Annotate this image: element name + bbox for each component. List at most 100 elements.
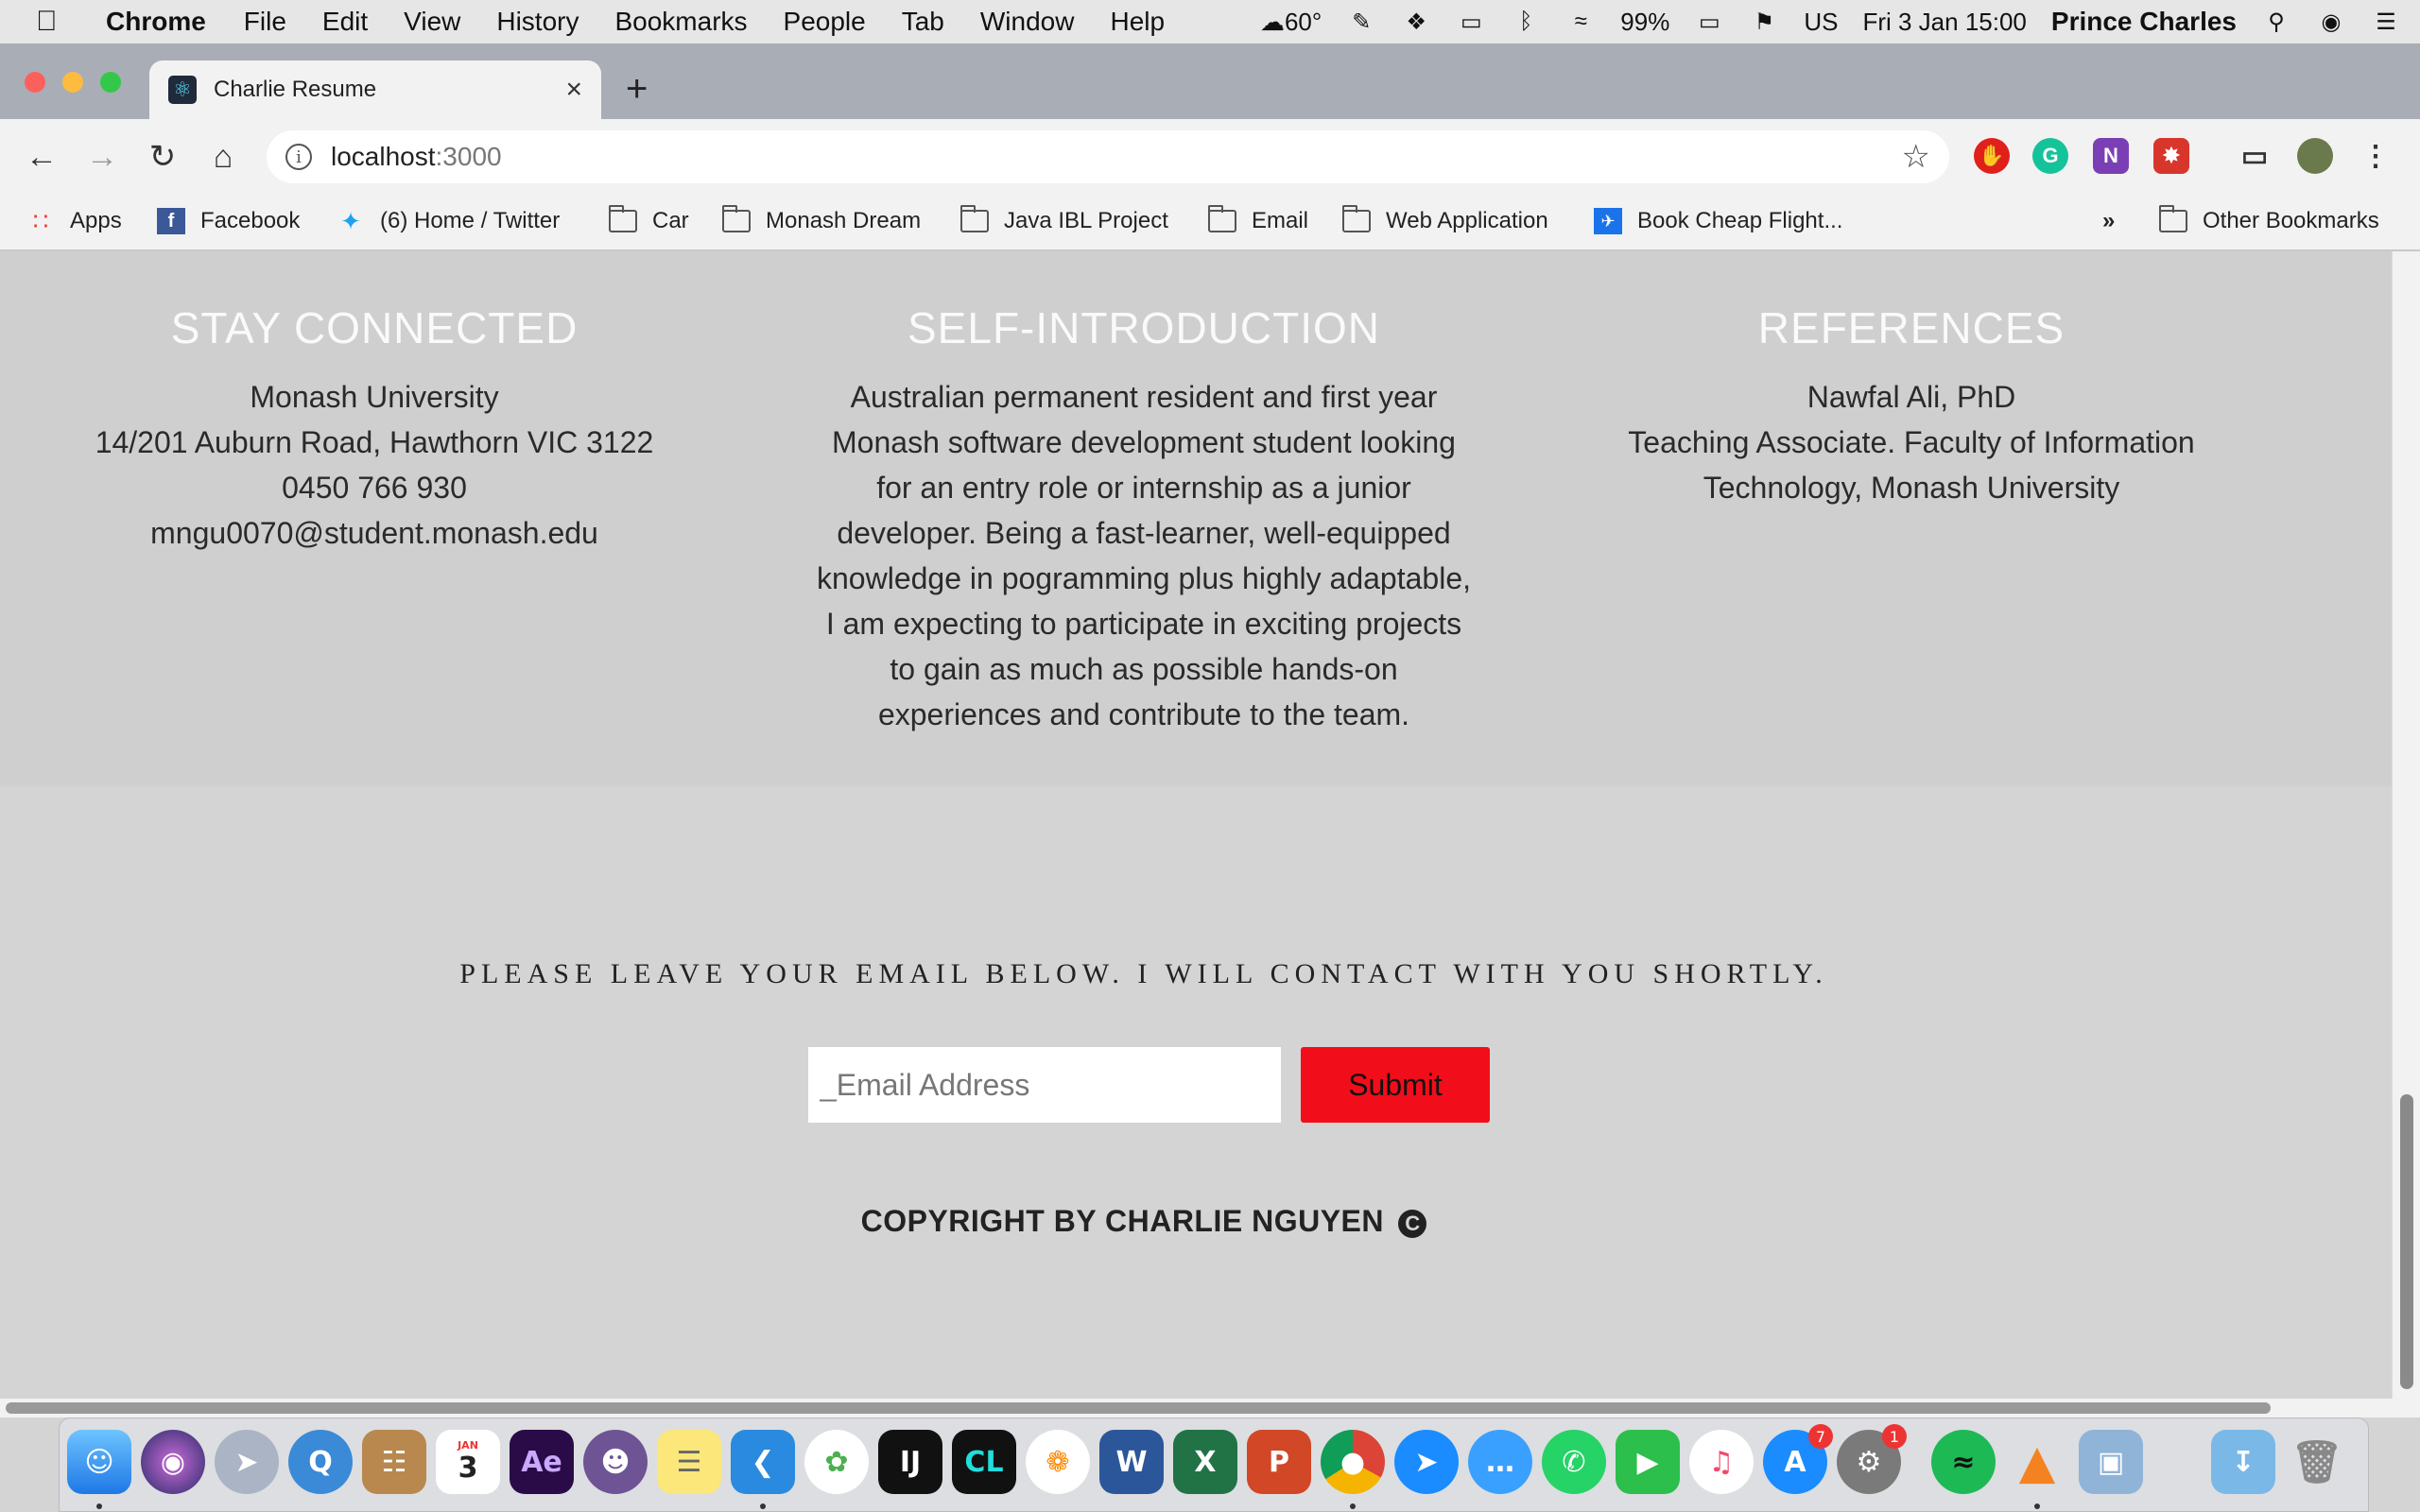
back-arrow-icon[interactable]: ← [23, 138, 60, 176]
trash-icon[interactable]: 🗑 [2285, 1430, 2349, 1494]
forward-arrow-icon[interactable]: → [83, 138, 121, 176]
clion-icon[interactable]: CL [952, 1430, 1016, 1494]
bookmark-facebook[interactable]: f Facebook [157, 208, 300, 234]
safari-icon[interactable]: ➤ [1394, 1430, 1459, 1494]
bookmark-folder-monash-dream[interactable]: Monash Dream [722, 205, 921, 234]
apple-menu-icon[interactable]:  [36, 6, 74, 38]
system-preferences-icon[interactable]: ⚙ 1 [1837, 1424, 1907, 1494]
intellij-icon[interactable]: IJ [878, 1430, 942, 1494]
bluetooth-icon[interactable]: ᛒ [1511, 7, 1541, 37]
intro-line: Monash software development student look… [832, 425, 1456, 459]
adblock-extension-icon[interactable]: ✋ [1974, 138, 2010, 174]
bookmark-folder-java-ibl[interactable]: Java IBL Project [960, 205, 1168, 234]
menu-bookmarks[interactable]: Bookmarks [614, 7, 747, 37]
window-close-button[interactable] [25, 72, 45, 93]
menu-people[interactable]: People [784, 7, 866, 37]
folder-icon [722, 205, 751, 234]
weather-temperature[interactable]: ☁60° [1260, 8, 1322, 37]
notification-center-icon[interactable]: ☰ [2371, 7, 2401, 37]
downloads-folder-icon[interactable]: ↧ [2211, 1430, 2275, 1494]
running-indicator [2034, 1503, 2040, 1509]
siri-dock-icon[interactable]: ◉ [141, 1430, 205, 1494]
menu-file[interactable]: File [244, 7, 286, 37]
preview-icon[interactable]: ▣ [2079, 1430, 2143, 1494]
menu-tab[interactable]: Tab [902, 7, 944, 37]
battery-percent[interactable]: 99% [1620, 8, 1669, 37]
bookmark-twitter[interactable]: ✦ (6) Home / Twitter [337, 207, 560, 235]
bookmark-other-bookmarks[interactable]: Other Bookmarks [2159, 205, 2379, 234]
bookmarks-overflow-button[interactable]: » [2102, 208, 2115, 234]
menu-view[interactable]: View [404, 7, 460, 37]
submit-button[interactable]: Submit [1301, 1047, 1490, 1123]
menu-window[interactable]: Window [980, 7, 1075, 37]
vlc-icon[interactable]: ▲ [2005, 1430, 2069, 1494]
horizontal-scroll-thumb[interactable] [6, 1402, 2271, 1414]
word-icon[interactable]: W [1099, 1430, 1164, 1494]
input-source[interactable]: US [1804, 8, 1838, 37]
onenote-extension-icon[interactable]: N [2093, 138, 2129, 174]
reload-icon[interactable]: ↻ [144, 138, 182, 176]
window-minimize-button[interactable] [62, 72, 83, 93]
calendar-icon[interactable]: JAN 3 [436, 1430, 500, 1494]
wifi-icon[interactable]: ≈ [1565, 7, 1596, 37]
email-input[interactable] [808, 1047, 1281, 1123]
messages-icon[interactable]: … [1468, 1430, 1532, 1494]
bookmark-folder-web-application[interactable]: Web Application [1342, 205, 1548, 234]
app-store-icon[interactable]: A7 [1763, 1424, 1833, 1494]
siri-icon[interactable]: ◉ [2316, 7, 2346, 37]
whatsapp-icon[interactable]: ✆ [1542, 1430, 1606, 1494]
powerpoint-icon[interactable]: P [1247, 1430, 1311, 1494]
airplay-icon[interactable]: ▭ [1456, 7, 1486, 37]
menu-app-name[interactable]: Chrome [106, 7, 206, 37]
cast-icon[interactable]: ▭ [2237, 138, 2273, 174]
bookmark-folder-car[interactable]: Car [609, 205, 689, 234]
bug-extension-icon[interactable]: ✸ [2153, 138, 2189, 174]
spotify-icon[interactable]: ≈ [1931, 1430, 1996, 1494]
vscode-icon[interactable]: ❮ [731, 1430, 795, 1494]
us-flag-icon[interactable]: ⚑ [1749, 7, 1779, 37]
references-details: Nawfal Ali, PhD Teaching Associate. Facu… [1569, 374, 2254, 510]
menu-help[interactable]: Help [1110, 7, 1165, 37]
browser-menu-icon[interactable]: ⋮ [2358, 138, 2394, 174]
notes-icon[interactable]: ☰ [657, 1430, 721, 1494]
vertical-scroll-thumb[interactable] [2400, 1094, 2413, 1389]
itunes-icon[interactable]: ♫ [1689, 1430, 1754, 1494]
grammarly-extension-icon[interactable]: G [2032, 138, 2068, 174]
vertical-scrollbar[interactable] [2392, 251, 2420, 1399]
address-bar[interactable]: i localhost:3000 ☆ [267, 130, 1949, 183]
menu-history[interactable]: History [496, 7, 579, 37]
chrome-dock-icon[interactable]: ● [1321, 1430, 1385, 1494]
clock[interactable]: Fri 3 Jan 15:00 [1862, 8, 2026, 37]
tab-close-icon[interactable]: × [565, 74, 582, 106]
github-desktop-icon[interactable]: ☻ [583, 1430, 648, 1494]
horizontal-scrollbar[interactable] [0, 1399, 2392, 1418]
spotlight-search-icon[interactable]: ⚲ [2261, 7, 2291, 37]
intro-line: knowledge in pogramming plus highly adap… [817, 561, 1471, 595]
window-zoom-button[interactable] [100, 72, 121, 93]
facetime-icon[interactable]: ▶ [1616, 1430, 1680, 1494]
launchpad-icon[interactable]: ➤ [215, 1430, 279, 1494]
bookmark-book-cheap-flight[interactable]: ✈ Book Cheap Flight... [1594, 208, 1842, 234]
menu-edit[interactable]: Edit [322, 7, 368, 37]
self-introduction-title: SELF-INTRODUCTION [908, 303, 1380, 352]
notes-status-icon[interactable]: ✎ [1346, 7, 1376, 37]
photos-icon[interactable]: ❁ [1026, 1430, 1090, 1494]
site-info-icon[interactable]: i [285, 144, 312, 170]
bookmark-apps[interactable]: ∷ Apps [26, 207, 122, 235]
bookmark-folder-email[interactable]: Email [1208, 205, 1308, 234]
home-icon[interactable]: ⌂ [204, 138, 242, 176]
profile-avatar[interactable] [2297, 138, 2333, 174]
new-tab-button[interactable]: + [626, 68, 648, 111]
quicktime-icon[interactable]: Q [288, 1430, 353, 1494]
dropbox-icon[interactable]: ❖ [1401, 7, 1431, 37]
bookmark-star-icon[interactable]: ☆ [1902, 138, 1930, 176]
battery-icon[interactable]: ▭ [1694, 7, 1724, 37]
after-effects-icon[interactable]: Ae [510, 1430, 574, 1494]
finder-icon[interactable]: ☺ [67, 1430, 131, 1494]
tab-charlie-resume[interactable]: ⚛ Charlie Resume × [149, 60, 601, 119]
contacts-icon[interactable]: ☷ [362, 1430, 426, 1494]
mongodb-compass-icon[interactable]: ✿ [804, 1430, 869, 1494]
user-name[interactable]: Prince Charles [2051, 7, 2237, 37]
copyright-text: COPYRIGHT BY CHARLIE NGUYEN [860, 1204, 1384, 1238]
excel-icon[interactable]: X [1173, 1430, 1237, 1494]
